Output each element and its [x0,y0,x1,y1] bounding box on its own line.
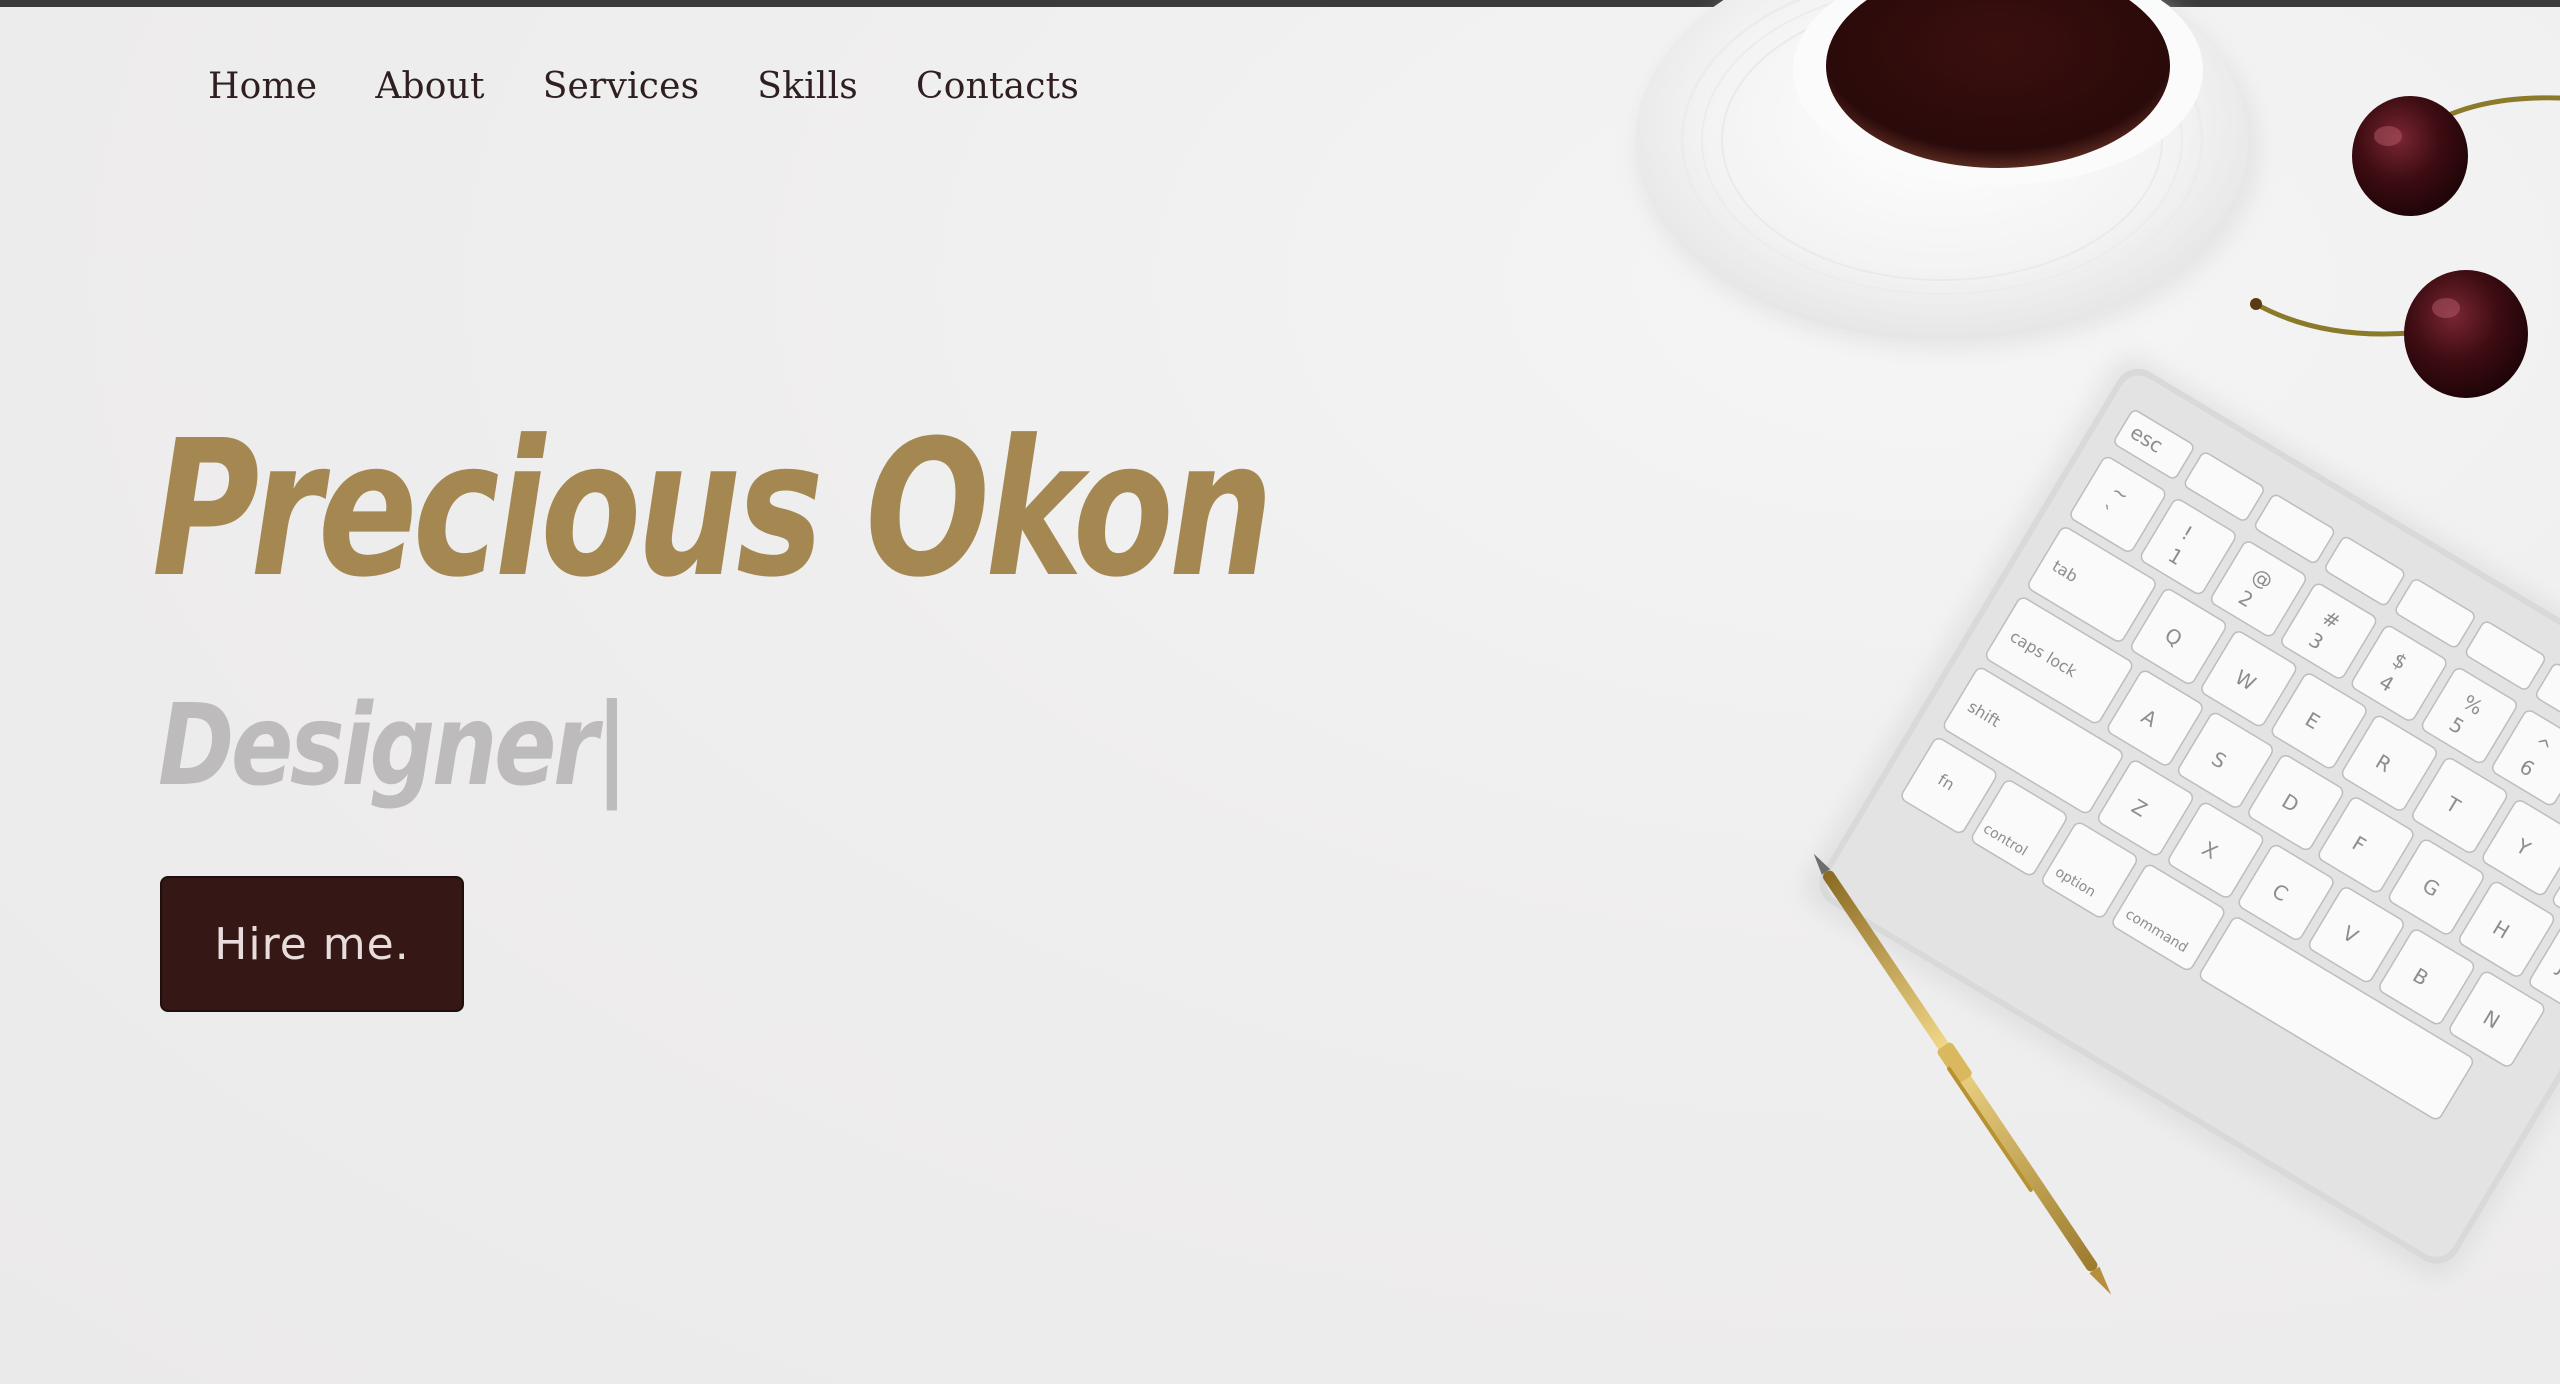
hero-name-heading: Precious Okon [152,400,1273,619]
nav-about-link[interactable]: About [375,62,484,112]
hero-role-typing-text: Designer| [158,681,629,811]
nav-home-link[interactable]: Home [208,62,317,112]
nav-contacts-link[interactable]: Contacts [916,62,1079,112]
browser-top-strip [0,0,2560,7]
nav-services-link[interactable]: Services [543,62,700,112]
hire-me-button[interactable]: Hire me. [160,876,464,1012]
nav-skills-link[interactable]: Skills [757,62,858,112]
main-nav: Home About Services Skills Contacts [208,62,1137,112]
